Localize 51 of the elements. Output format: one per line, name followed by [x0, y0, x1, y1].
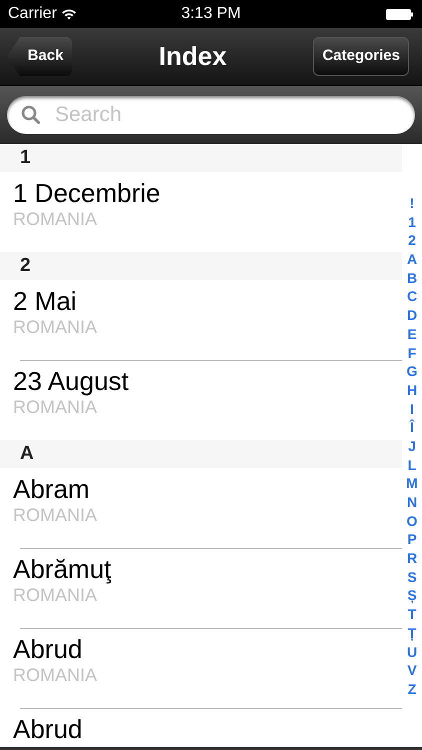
index-letter[interactable]: S [402, 568, 422, 586]
index-letter[interactable]: P [402, 530, 422, 550]
section-header: 1 [0, 144, 402, 172]
section-header: A [0, 440, 402, 468]
index-letter[interactable]: E [402, 324, 422, 344]
place-name[interactable]: 23 August [13, 365, 402, 397]
index-letter[interactable]: V [402, 661, 422, 680]
place-name[interactable]: Abrămuţ [13, 553, 402, 585]
country-label: ROMANIA [13, 209, 98, 229]
country-label: ROMANIA [13, 665, 98, 685]
place-name[interactable]: 2 Mai [13, 285, 402, 317]
back-button[interactable]: Back [7, 37, 72, 76]
index-letter[interactable]: U [402, 642, 422, 662]
place-name[interactable]: 1 Decembrie [13, 177, 402, 209]
country-label: ROMANIA [13, 317, 98, 337]
country-label: ROMANIA [13, 585, 98, 605]
place-name[interactable]: Abram [13, 473, 402, 505]
wifi-icon [60, 8, 77, 20]
section-header: 2 [0, 252, 402, 280]
index-letter[interactable]: Ț [402, 624, 422, 642]
place-name[interactable]: Abrud [13, 713, 402, 745]
search-field[interactable]: Search [7, 96, 415, 134]
index-letter[interactable]: 2 [402, 231, 422, 250]
index-letter[interactable]: H [402, 380, 422, 400]
index-letter[interactable]: L [402, 456, 422, 474]
index-letter[interactable]: B [402, 268, 422, 288]
index-letter[interactable]: O [402, 512, 422, 530]
battery-icon [386, 8, 414, 20]
index-letter[interactable]: M [402, 474, 422, 493]
index-letter[interactable]: R [402, 549, 422, 568]
index-letter[interactable]: N [402, 493, 422, 512]
categories-button[interactable]: Categories [313, 37, 409, 76]
index-letter[interactable]: Ș [402, 586, 422, 606]
index-letter[interactable]: D [402, 306, 422, 325]
index-letter[interactable]: ! [402, 194, 422, 213]
index-letter[interactable]: Z [402, 680, 422, 699]
index-letter[interactable]: C [402, 287, 422, 306]
index-letter[interactable]: T [402, 605, 422, 624]
nav-title: Index [158, 40, 227, 73]
carrier-name: Carrier [8, 4, 57, 24]
index-letter[interactable]: I [402, 400, 422, 418]
index-letter[interactable]: G [402, 362, 422, 381]
country-label: ROMANIA [13, 505, 98, 525]
index-letter[interactable]: Î [402, 418, 422, 437]
index-letter[interactable]: F [402, 344, 422, 362]
status-time: 3:13 PM [181, 5, 241, 22]
place-name[interactable]: Abrud [13, 633, 402, 665]
index-letter[interactable]: J [402, 436, 422, 456]
index-letter[interactable]: 1 [402, 212, 422, 232]
country-label: ROMANIA [13, 397, 98, 417]
index-letter[interactable]: A [402, 250, 422, 269]
